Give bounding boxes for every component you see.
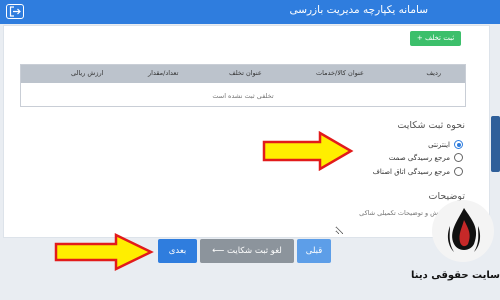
right-arrow-annotation bbox=[262, 131, 354, 171]
radio-option-samat[interactable]: مرجع رسیدگی صمت bbox=[389, 152, 463, 163]
column-header-row: ردیف bbox=[426, 69, 441, 77]
previous-button[interactable]: قبلی bbox=[297, 239, 331, 263]
radio-button[interactable] bbox=[454, 153, 463, 162]
radio-label: مرجع رسیدگی صمت bbox=[388, 153, 450, 162]
logout-icon bbox=[9, 6, 21, 17]
logout-button[interactable] bbox=[6, 4, 24, 19]
column-header-violation: عنوان تخلف bbox=[229, 69, 262, 77]
column-header-product: عنوان کالا/خدمات bbox=[316, 69, 364, 77]
next-button[interactable]: بعدی bbox=[158, 239, 197, 263]
radio-option-internet[interactable]: اینترنتی bbox=[428, 139, 463, 150]
undo-icon: ⟵ bbox=[212, 246, 225, 256]
radio-button[interactable] bbox=[454, 167, 463, 176]
column-header-value: ارزش ریالی bbox=[71, 69, 104, 77]
right-arrow-annotation bbox=[54, 233, 154, 271]
app-title: سامانه یکپارچه مدیریت بازرسی bbox=[289, 4, 428, 16]
top-bar: سامانه یکپارچه مدیریت بازرسی bbox=[0, 0, 500, 24]
cancel-label: لغو ثبت شکایت bbox=[227, 246, 282, 256]
scrollbar-thumb[interactable] bbox=[491, 116, 500, 172]
watermark-text: سایت حقوقی دینا bbox=[411, 270, 500, 281]
radio-option-guild-chamber[interactable]: مرجع رسیدگی اتاق اصناف bbox=[373, 166, 463, 177]
radio-button[interactable] bbox=[454, 140, 463, 149]
radio-label: مرجع رسیدگی اتاق اصناف bbox=[372, 167, 450, 176]
flame-logo-icon bbox=[447, 208, 481, 252]
column-header-quantity: تعداد/مقدار bbox=[148, 69, 179, 77]
cancel-complaint-button[interactable]: لغو ثبت شکایت ⟵ bbox=[200, 239, 294, 263]
table-empty-message: تخلفی ثبت نشده است bbox=[212, 92, 274, 100]
watermark: سایت حقوقی دینا bbox=[411, 200, 500, 300]
radio-label: اینترنتی bbox=[428, 140, 450, 149]
add-violation-button[interactable]: ثبت تخلف + bbox=[410, 31, 461, 46]
violations-table: ردیف عنوان کالا/خدمات عنوان تخلف تعداد/م… bbox=[20, 64, 466, 107]
table-header: ردیف عنوان کالا/خدمات عنوان تخلف تعداد/م… bbox=[21, 65, 465, 83]
complaint-method-title: نحوه ثبت شکایت bbox=[397, 120, 465, 131]
